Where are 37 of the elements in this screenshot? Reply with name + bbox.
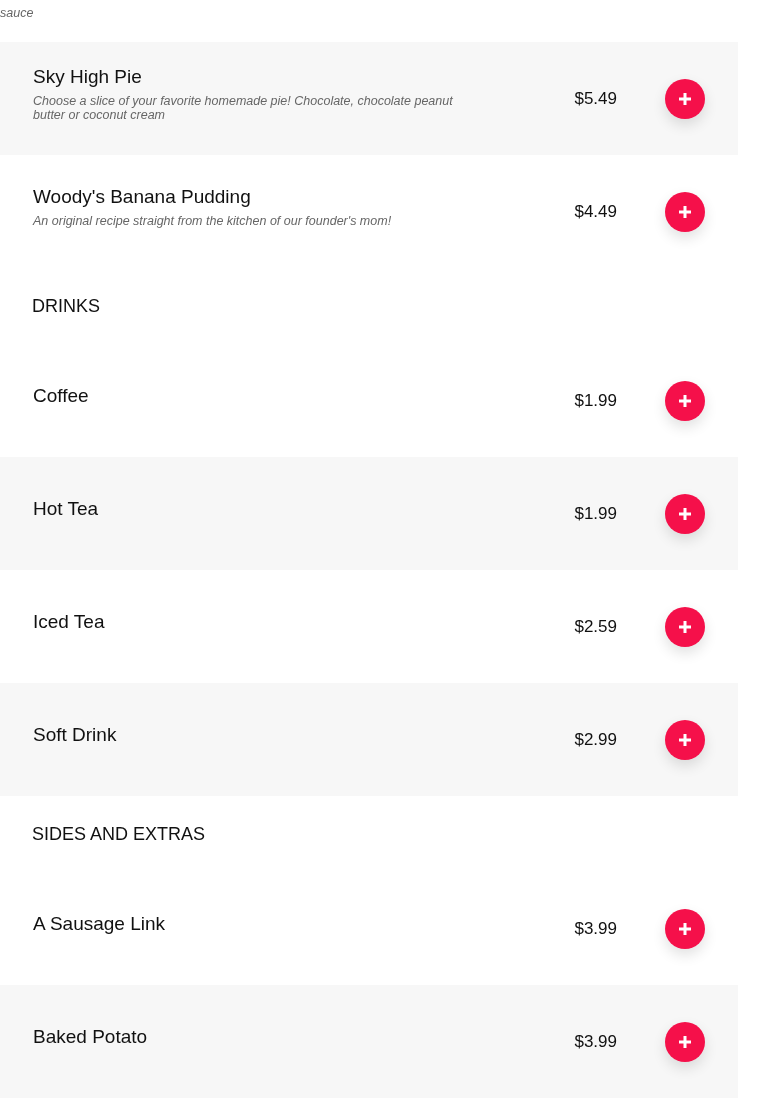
item-description: An original recipe straight from the kitchen of our founder's mom! bbox=[33, 213, 393, 228]
item-price: $4.49 bbox=[573, 201, 617, 222]
add-button[interactable] bbox=[665, 78, 705, 119]
item-name: Hot Tea bbox=[33, 497, 100, 520]
plus-icon bbox=[678, 506, 692, 521]
item-price: $3.99 bbox=[573, 1031, 617, 1052]
add-button[interactable] bbox=[665, 908, 705, 949]
section-heading: SIDES AND EXTRAS bbox=[32, 823, 206, 845]
item-price: $1.99 bbox=[573, 503, 617, 524]
item-price: $5.49 bbox=[573, 88, 617, 109]
item-price: $1.99 bbox=[573, 390, 617, 411]
item-name: Coffee bbox=[33, 384, 90, 407]
item-description: Choose a slice of your favorite homemade pie! Chocolate, chocolate peanut butter or coconut cream bbox=[33, 93, 454, 122]
plus-icon bbox=[678, 91, 692, 106]
add-button[interactable] bbox=[665, 380, 705, 421]
plus-icon bbox=[678, 204, 692, 219]
plus-icon bbox=[678, 619, 692, 634]
item-name: Iced Tea bbox=[33, 610, 106, 633]
plus-icon bbox=[678, 732, 692, 747]
add-button[interactable] bbox=[665, 191, 705, 232]
add-button[interactable] bbox=[665, 606, 705, 647]
item-price: $3.99 bbox=[573, 918, 617, 939]
section-heading: DRINKS bbox=[32, 295, 100, 317]
plus-icon bbox=[678, 1034, 692, 1049]
item-name: Soft Drink bbox=[33, 723, 118, 746]
item-name: Sky High Pie bbox=[33, 65, 143, 88]
item-name: Woody's Banana Pudding bbox=[33, 185, 252, 208]
add-button[interactable] bbox=[665, 719, 705, 760]
item-price: $2.59 bbox=[573, 616, 617, 637]
add-button[interactable] bbox=[665, 493, 705, 534]
item-price: $2.99 bbox=[573, 729, 617, 750]
item-name: Baked Potato bbox=[33, 1025, 149, 1048]
plus-icon bbox=[678, 921, 692, 936]
plus-icon bbox=[678, 393, 692, 408]
add-button[interactable] bbox=[665, 1021, 705, 1062]
item-name: A Sausage Link bbox=[33, 912, 167, 935]
item-description: sauce bbox=[0, 6, 35, 20]
